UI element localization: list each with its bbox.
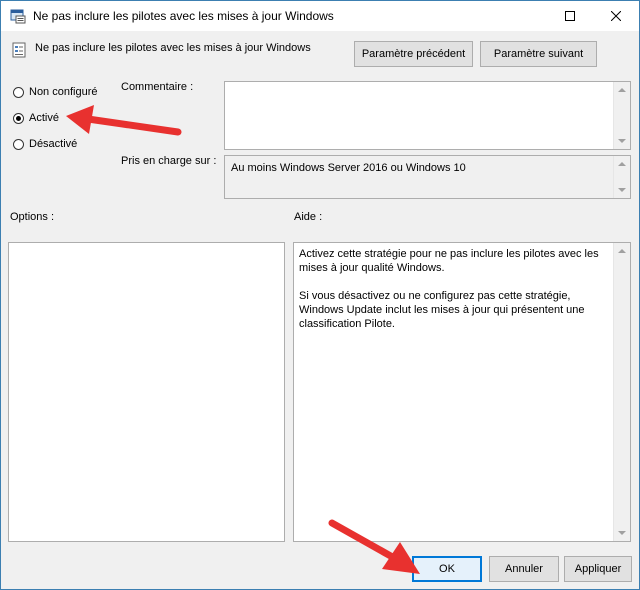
previous-setting-button[interactable]: Paramètre précédent — [354, 41, 473, 67]
maximize-icon — [565, 11, 575, 21]
comment-scrollbar[interactable] — [613, 82, 630, 149]
annotation-arrow-ok — [328, 519, 420, 574]
policy-editor-icon — [10, 8, 26, 24]
scroll-up-arrow-icon[interactable] — [618, 162, 626, 166]
supported-on-label: Pris en charge sur : — [121, 155, 217, 167]
apply-button[interactable]: Appliquer — [564, 556, 632, 582]
radio-enabled[interactable]: Activé — [13, 112, 59, 124]
options-label: Options : — [10, 211, 55, 223]
radio-enabled-label: Activé — [29, 112, 59, 124]
supported-on-scrollbar[interactable] — [613, 156, 630, 198]
title-bar[interactable]: Ne pas inclure les pilotes avec les mise… — [1, 1, 639, 31]
help-paragraph-2: Si vous désactivez ou ne configurez pas … — [299, 290, 585, 330]
help-panel[interactable]: Activez cette stratégie pour ne pas incl… — [293, 242, 631, 542]
radio-not-configured-circle[interactable] — [13, 86, 24, 98]
radio-disabled-circle[interactable] — [13, 138, 24, 150]
policy-dialog-window: Ne pas inclure les pilotes avec les mise… — [0, 0, 640, 590]
scroll-down-arrow-icon[interactable] — [618, 139, 626, 143]
options-panel — [8, 242, 285, 542]
help-label: Aide : — [294, 211, 323, 223]
radio-enabled-circle[interactable] — [13, 112, 24, 124]
help-scrollbar[interactable] — [613, 243, 630, 541]
close-icon — [611, 11, 621, 21]
scroll-down-arrow-icon[interactable] — [618, 188, 626, 192]
comment-label: Commentaire : — [121, 81, 194, 93]
window-title: Ne pas inclure les pilotes avec les mise… — [33, 9, 334, 23]
policy-setting-icon — [11, 42, 27, 58]
supported-on-field: Au moins Windows Server 2016 ou Windows … — [224, 155, 631, 199]
next-setting-button[interactable]: Paramètre suivant — [480, 41, 597, 67]
scroll-down-arrow-icon[interactable] — [618, 531, 626, 535]
close-button[interactable] — [593, 1, 639, 31]
policy-name: Ne pas inclure les pilotes avec les mise… — [35, 42, 311, 54]
help-text: Activez cette stratégie pour ne pas incl… — [299, 247, 609, 345]
maximize-button[interactable] — [547, 1, 593, 31]
supported-on-value: Au moins Windows Server 2016 ou Windows … — [231, 162, 466, 174]
scroll-up-arrow-icon[interactable] — [618, 249, 626, 253]
cancel-button[interactable]: Annuler — [489, 556, 559, 582]
radio-not-configured-label: Non configuré — [29, 86, 98, 98]
annotation-arrow-enabled — [66, 105, 182, 136]
comment-textarea[interactable] — [224, 81, 631, 150]
scroll-up-arrow-icon[interactable] — [618, 88, 626, 92]
help-paragraph-1: Activez cette stratégie pour ne pas incl… — [299, 248, 599, 274]
radio-not-configured[interactable]: Non configuré — [13, 86, 98, 98]
